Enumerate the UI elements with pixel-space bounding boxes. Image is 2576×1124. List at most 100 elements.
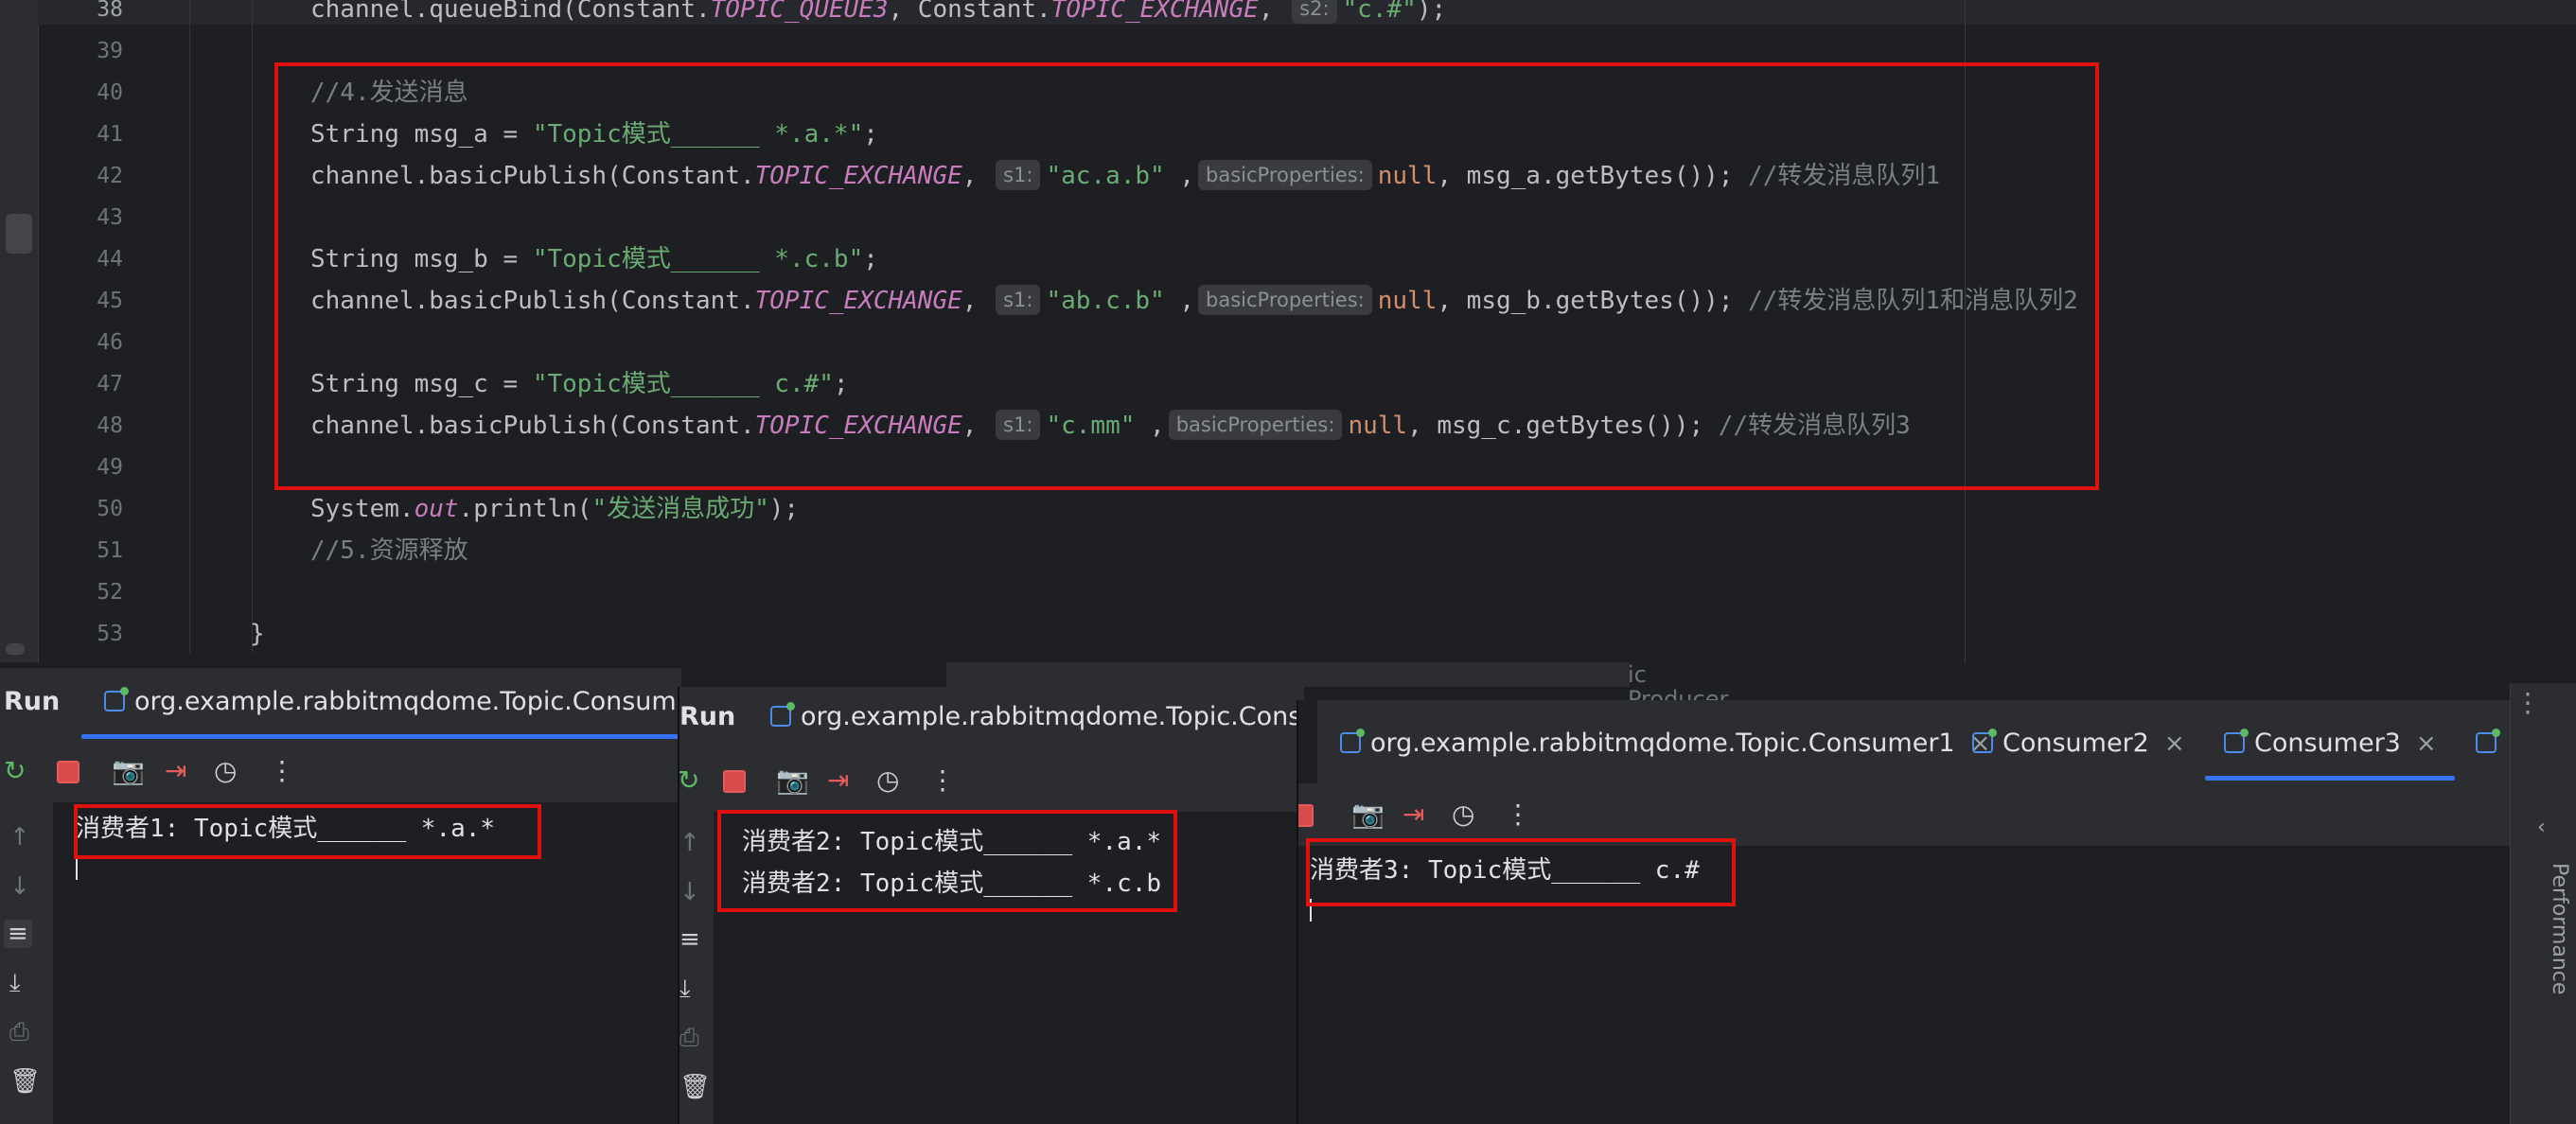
tab-consumer3[interactable]: Consumer3 × [2224,728,2437,758]
run-label: Run [4,687,61,716]
run-label: Run [679,702,736,731]
soft-wrap-icon[interactable]: ≡ [679,925,700,954]
exit-icon[interactable]: ⇥ [827,764,849,797]
print-icon[interactable]: ⎙ [679,1024,699,1053]
line-number: 45 [97,289,123,313]
close-icon[interactable]: × [2164,729,2185,758]
stop-icon[interactable] [1298,804,1314,827]
more-icon[interactable]: ⋮ [2514,687,2541,718]
gauge-icon[interactable]: ◷ [214,755,237,787]
line-number: 46 [97,330,123,355]
scroll-to-end-icon[interactable]: ⤓ [9,969,21,998]
console-caret [76,857,78,880]
highlight-box-publish [274,62,2099,490]
run-window-consumer2[interactable]: Run org.example.rabbitmqdome.Topic.Consu… [678,687,1304,1124]
tab-consumer1[interactable]: org.example.rabbitmqdome.Topic.Consumer1… [1340,728,1990,758]
tab-consumer2[interactable]: Consumer2 × [1972,728,2185,758]
gauge-icon[interactable]: ◷ [876,764,899,797]
rerun-icon[interactable]: ↻ [679,764,699,797]
line-number: 38 [97,0,123,22]
run-window-consumer1[interactable]: Run org.example.rabbitmqdome.Topic.Consu… [0,668,681,1124]
active-tab-indicator [2205,776,2455,781]
down-icon[interactable]: ↓ [9,872,30,901]
code-editor[interactable]: 38 39 40 41 42 43 44 45 46 47 48 49 50 5… [0,0,2576,662]
scroll-marker [6,643,25,655]
more-icon[interactable]: ⋮ [269,755,295,787]
exit-icon[interactable]: ⇥ [1403,799,1424,831]
more-icon[interactable]: ⋮ [1505,799,1531,831]
indent-guide [252,0,253,653]
camera-icon[interactable]: 📷 [112,755,145,787]
tab-overflow[interactable] [2476,728,2506,758]
line-number: 42 [97,164,123,188]
close-icon[interactable]: × [2416,729,2437,758]
down-icon[interactable]: ↓ [679,878,700,906]
rerun-icon[interactable]: ↻ [4,755,26,787]
run-config-icon [1340,728,1365,753]
code-line-51[interactable]: //5.资源释放 [310,530,468,571]
run-config-icon [104,686,129,711]
structure-marker[interactable] [6,214,32,254]
run-config-icon [2476,728,2500,753]
run-tabbar: Run org.example.rabbitmqdome.Topic.Consu… [679,687,1304,751]
gauge-icon[interactable]: ◷ [1452,799,1474,831]
soft-wrap-icon[interactable]: ≡ [4,920,32,948]
code-line-53[interactable]: } [250,613,265,655]
background-tab-strip: ic Producer [946,662,1728,711]
chevron-left-icon[interactable]: ‹ [2537,816,2546,839]
indent-guide [189,0,190,653]
tab-label: org.example.rabbitmqdome.Topic.Consume [801,702,1304,731]
line-number: 40 [97,80,123,105]
highlight-box-output [717,810,1177,912]
stop-icon[interactable] [57,761,79,783]
tab-consumer2[interactable]: org.example.rabbitmqdome.Topic.Consume [770,701,1304,731]
run-config-icon [770,701,795,727]
performance-label: Performance [2548,863,2571,995]
run-toolbar: ↻ 📷 ⇥ ◷ ⋮ [0,740,681,802]
active-tab-indicator [81,734,681,739]
line-number: 52 [97,580,123,605]
scroll-to-end-icon[interactable]: ⤓ [679,975,691,1004]
print-icon[interactable]: ⎙ [9,1018,29,1047]
run-tabbar: org.example.rabbitmqdome.Topic.Consumer1… [1298,700,2512,783]
exit-icon[interactable]: ⇥ [165,755,186,787]
run-window-consumer3[interactable]: org.example.rabbitmqdome.Topic.Consumer1… [1297,700,2512,1124]
tab-label: Consumer3 [2254,729,2401,758]
tab-label: org.example.rabbitmqdome.Topic.Consumer1 [134,687,681,716]
console-side-tools: ↑ ↓ ≡ ⤓ ⎙ 🗑 [679,812,714,1124]
code-line-38[interactable]: channel.queueBind(Constant.TOPIC_QUEUE3,… [310,0,1446,30]
highlight-box-output [1306,838,1736,906]
code-line-50[interactable]: System.out.println("发送消息成功"); [310,488,799,530]
stop-icon[interactable] [723,770,746,793]
run-toolbar: 📷 ⇥ ◷ ⋮ [1298,783,2512,846]
tab-label: org.example.rabbitmqdome.Topic.Consumer1 [1370,729,1955,758]
up-icon[interactable]: ↑ [9,823,30,852]
highlight-box-output [74,804,541,859]
right-tool-strip: ⋮ ‹ Performance [2510,683,2576,1124]
line-number: 39 [97,39,123,63]
line-number: 41 [97,122,123,147]
camera-icon[interactable]: 📷 [1351,799,1385,831]
more-icon[interactable]: ⋮ [929,764,956,797]
line-number: 49 [97,455,123,480]
run-config-icon [1972,728,1997,753]
console-side-tools: ↑ ↓ ≡ ⤓ ⎙ 🗑 [0,802,53,1124]
performance-side-tab[interactable]: Performance [2545,863,2573,1052]
up-icon[interactable]: ↑ [679,829,700,857]
line-number: 50 [97,497,123,521]
line-number-gutter: 38 39 40 41 42 43 44 45 46 47 48 49 50 5… [38,0,180,662]
line-number: 47 [97,372,123,396]
trash-icon[interactable]: 🗑 [679,1073,711,1101]
line-number: 48 [97,413,123,438]
run-toolbar: ↻ 📷 ⇥ ◷ ⋮ [679,751,1304,812]
tab-consumer1[interactable]: org.example.rabbitmqdome.Topic.Consumer1 [104,686,681,716]
camera-icon[interactable]: 📷 [776,764,809,797]
editor-left-strip [0,0,39,662]
line-number: 43 [97,205,123,230]
parameter-hint: s2: [1292,0,1337,24]
line-number: 51 [97,538,123,563]
run-config-icon [2224,728,2249,753]
line-number: 44 [97,247,123,272]
trash-icon[interactable]: 🗑 [9,1067,41,1096]
run-tabbar: Run org.example.rabbitmqdome.Topic.Consu… [0,668,681,740]
